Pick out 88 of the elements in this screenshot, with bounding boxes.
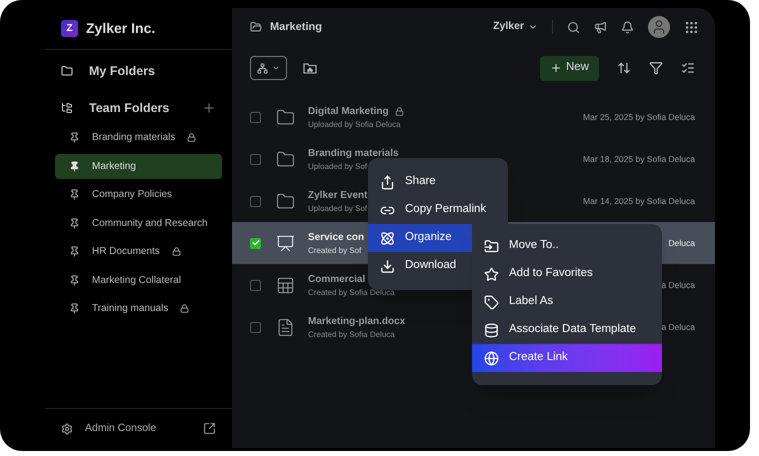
- tree-icon: [257, 62, 268, 74]
- team-folder-icon: [61, 102, 73, 114]
- search-icon[interactable]: [567, 20, 580, 34]
- folder-icon: [276, 150, 295, 168]
- file-date: a Deluca: [661, 278, 695, 292]
- spreadsheet-icon: [276, 276, 295, 294]
- file-subtitle: Uploaded by Sof: [308, 202, 368, 214]
- avatar[interactable]: [648, 16, 670, 38]
- nav-item[interactable]: My Folders: [45, 59, 232, 83]
- team-folder-item[interactable]: Marketing Collateral: [55, 268, 222, 292]
- file-date: Mar 14, 2025 by Sofia Deluca: [583, 194, 695, 208]
- bell-icon[interactable]: [621, 20, 634, 34]
- team-folder-item[interactable]: Training manuals: [55, 296, 222, 321]
- template-icon: [484, 322, 499, 338]
- pin-icon: [69, 218, 80, 228]
- atom-icon: [380, 230, 395, 246]
- page-title: Marketing: [270, 20, 322, 35]
- folder-icon: [276, 108, 295, 126]
- file-subtitle: Created by Sofia Deluca: [308, 286, 395, 298]
- file-date: Deluca: [668, 236, 695, 250]
- pin-icon: [69, 303, 80, 314]
- file-subtitle: Uploaded by Sofia Deluca: [308, 118, 401, 130]
- folder-icon[interactable]: [303, 62, 317, 74]
- sort-icon[interactable]: [617, 61, 631, 75]
- file-name: Branding materials: [308, 146, 399, 160]
- view-options-icon[interactable]: [681, 61, 695, 75]
- add-icon[interactable]: [202, 101, 216, 115]
- org-name: Zylker Inc.: [86, 19, 156, 38]
- settings-icon: [61, 422, 73, 434]
- file-date: Mar 25, 2025 by Sofia Deluca: [583, 110, 695, 124]
- presentation-icon: [276, 234, 295, 252]
- checkbox[interactable]: [250, 154, 261, 164]
- plus-icon: [550, 62, 562, 74]
- checkbox[interactable]: [250, 238, 261, 248]
- folder-icon: [250, 21, 262, 33]
- file-name: Marketing-plan.docx: [308, 314, 406, 328]
- team-folder-item[interactable]: HR Documents: [55, 239, 222, 264]
- file-subtitle: Created by Sof: [308, 244, 362, 256]
- file-name: Service con: [308, 230, 364, 244]
- new-button[interactable]: New: [540, 56, 599, 80]
- team-folder-item[interactable]: Community and Research: [55, 210, 222, 236]
- folder-icon: [61, 65, 73, 77]
- team-folder-item[interactable]: Branding materials: [55, 125, 222, 150]
- open-external-icon[interactable]: [203, 422, 216, 435]
- tree-view-button[interactable]: [250, 56, 287, 80]
- pin-icon: [69, 246, 80, 257]
- checkbox[interactable]: [250, 280, 261, 290]
- menu-item[interactable]: Add to Favorites: [472, 260, 662, 288]
- document-icon: [276, 318, 295, 336]
- nav-item[interactable]: Team Folders: [61, 98, 170, 118]
- org-switcher[interactable]: Zylker: [493, 19, 538, 35]
- file-date: Mar 18, 2025 by Sofia Deluca: [583, 152, 695, 166]
- tag-icon: [484, 294, 499, 310]
- checkbox[interactable]: [250, 196, 261, 206]
- menu-item[interactable]: Copy Permalink: [368, 196, 498, 224]
- file-subtitle: Uploaded by Sof: [308, 160, 368, 172]
- pin-icon: [69, 274, 80, 286]
- team-folder-item[interactable]: Company Policies: [55, 182, 222, 207]
- checkbox[interactable]: [250, 112, 261, 122]
- pin-icon: [69, 189, 80, 200]
- menu-item[interactable]: Create Link: [472, 344, 662, 372]
- admin-console-link[interactable]: Admin Console: [61, 420, 156, 436]
- download-icon: [380, 258, 395, 274]
- folder-icon: [276, 192, 295, 210]
- file-name: Digital Marketing: [308, 104, 389, 118]
- apps-grid-icon[interactable]: [684, 20, 699, 34]
- file-date: a Deluca: [661, 320, 695, 334]
- file-name: Commercial: [308, 272, 366, 286]
- file-subtitle: Created by Sofia Deluca: [308, 328, 395, 340]
- menu-item[interactable]: Share: [368, 168, 472, 196]
- filter-icon[interactable]: [649, 61, 663, 75]
- checkbox[interactable]: [250, 322, 261, 332]
- folder-move-icon: [484, 238, 499, 254]
- pin-icon: [69, 160, 80, 172]
- file-name: Zylker Event: [308, 188, 368, 202]
- megaphone-icon[interactable]: [594, 20, 607, 34]
- menu-item[interactable]: Move To..: [472, 232, 662, 260]
- org-logo: Z: [61, 20, 78, 37]
- menu-item[interactable]: Organize: [368, 224, 472, 252]
- caret-icon: [272, 64, 280, 72]
- pin-icon: [69, 132, 80, 143]
- star-icon: [484, 266, 499, 282]
- menu-item[interactable]: Label As: [472, 288, 662, 316]
- globe-icon: [484, 350, 499, 366]
- share-icon: [380, 174, 395, 190]
- team-folder-item[interactable]: Marketing: [55, 154, 222, 178]
- menu-item[interactable]: Associate Data Template: [472, 316, 662, 344]
- menu-item[interactable]: Download: [368, 252, 472, 280]
